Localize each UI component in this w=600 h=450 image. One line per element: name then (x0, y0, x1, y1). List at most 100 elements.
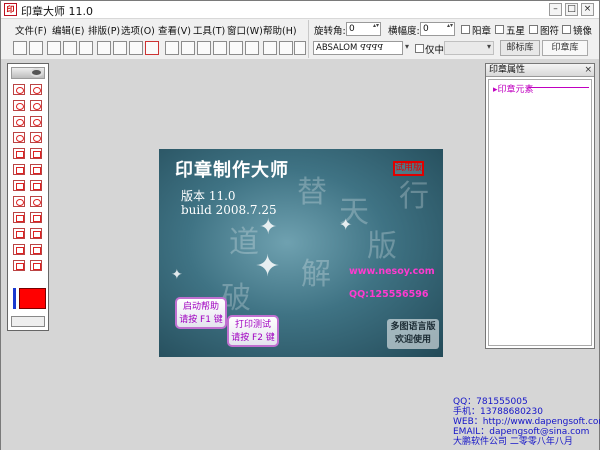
stamp-elements-group[interactable]: ▸印章元素 (493, 82, 534, 95)
yang-stamp-label: 阳章 (472, 26, 492, 37)
help-icon[interactable] (294, 41, 306, 55)
slogan-line: 欢迎使用 (394, 335, 431, 345)
tab-postmark-library[interactable]: 邮标库 (500, 40, 540, 56)
rect-cross-icon[interactable] (30, 180, 42, 191)
circle-stamp-bold-icon[interactable] (30, 84, 42, 95)
menu-file[interactable]: 文件(F) (15, 23, 47, 37)
rect-stamp-icon[interactable] (13, 164, 25, 175)
star-decoration: ✦ (171, 267, 183, 283)
stamp-props-bar: 旋转角: 0 横幅度: 0 阳章 五星 图符 镜像 ABSALOM ꟼꟼꟼꟼ ▾… (308, 20, 600, 58)
font-name: ABSALOM (316, 43, 358, 53)
align-middle-icon[interactable] (229, 41, 243, 55)
open-folder-icon[interactable] (29, 41, 43, 55)
splash-slogan: 多图语言版 欢迎使用 (387, 319, 439, 349)
grid-3x3-icon[interactable] (30, 228, 42, 239)
minimize-button[interactable]: – (549, 3, 562, 16)
splash-qq: QQ:125556596 (349, 289, 429, 300)
export-icon[interactable] (263, 41, 277, 55)
menu-edit[interactable]: 编辑(E) (52, 23, 84, 37)
double-circle-icon[interactable] (13, 100, 25, 111)
delete-icon[interactable] (145, 41, 159, 55)
eye-icon[interactable] (30, 68, 43, 77)
circle-stamp-icon[interactable] (13, 84, 25, 95)
print-icon[interactable] (79, 41, 93, 55)
star-decoration: ✦ (339, 215, 353, 234)
close-button[interactable]: × (581, 3, 594, 16)
menu-bar: 文件(F) 编辑(E) 排版(P) 选项(O) 查看(V) 工具(T) 窗口(W… (1, 20, 307, 38)
print-test-button[interactable]: 打印测试 请按 F2 键 (227, 315, 279, 347)
picture-icon[interactable] (279, 41, 293, 55)
start-help-label: 启动帮助 (182, 302, 219, 312)
mirror-label: 镜像 (573, 26, 593, 37)
triangle-icon[interactable] (30, 196, 42, 207)
diamond-icon[interactable] (13, 196, 25, 207)
star-decoration: ✦ (255, 249, 281, 284)
cut-icon[interactable] (97, 41, 111, 55)
window-title: 印章大师 11.0 (21, 5, 93, 18)
palette-footer-tools[interactable] (11, 316, 45, 327)
columns-tool-icon[interactable] (30, 260, 42, 271)
print-preview-icon[interactable] (63, 41, 77, 55)
align-right-icon[interactable] (197, 41, 211, 55)
mirror-checkbox[interactable] (562, 25, 571, 34)
oval-bold-icon[interactable] (30, 132, 42, 143)
contact-qq: QQ：781555005 (453, 397, 528, 407)
tab-stamp-library[interactable]: 印章库 (542, 40, 588, 56)
symbol-label: 图符 (540, 26, 560, 37)
menu-view[interactable]: 查看(V) (158, 23, 191, 37)
square-double-icon[interactable] (30, 148, 42, 159)
maximize-button[interactable]: □ (565, 3, 578, 16)
menu-options[interactable]: 选项(O) (121, 23, 155, 37)
save-icon[interactable] (47, 41, 61, 55)
contact-phone: 手机：13788680230 (453, 407, 543, 417)
align-top-icon[interactable] (213, 41, 227, 55)
menu-layout[interactable]: 排版(P) (88, 23, 120, 37)
paste-icon[interactable] (129, 41, 143, 55)
oval-stamp-icon[interactable] (13, 116, 25, 127)
grid-2x2-icon[interactable] (13, 228, 25, 239)
menu-window[interactable]: 窗口(W) (227, 23, 263, 37)
symbol-checkbox[interactable] (529, 25, 538, 34)
text-vertical-icon[interactable] (13, 212, 25, 223)
font-select[interactable]: ABSALOM ꟼꟼꟼꟼ (313, 41, 403, 55)
width-input[interactable]: 0 (420, 22, 455, 36)
oval-text-icon[interactable] (13, 132, 25, 143)
menu-tools[interactable]: 工具(T) (193, 23, 225, 37)
app-window: 印 印章大师 11.0 – □ × 文件(F) 编辑(E) 排版(P) 选项(O… (0, 0, 600, 450)
new-file-icon[interactable] (13, 41, 27, 55)
palette-header (11, 67, 45, 79)
rect-grid-icon[interactable] (30, 164, 42, 175)
copy-icon[interactable] (113, 41, 127, 55)
properties-title-bar: 印章属性 × (486, 64, 594, 77)
chinese-only-checkbox[interactable] (415, 44, 424, 53)
size-dropdown-icon[interactable]: ▾ (487, 42, 491, 51)
current-color-swatch[interactable] (19, 288, 46, 309)
rect-lines-icon[interactable] (13, 180, 25, 191)
star-label: 五星 (506, 26, 526, 37)
splash-title: 印章制作大师 (175, 160, 289, 181)
align-center-icon[interactable] (181, 41, 195, 55)
star-circle-icon[interactable] (30, 100, 42, 111)
rotate-input[interactable]: 0 (346, 22, 381, 36)
width-label: 横幅度: (388, 26, 420, 37)
frame-thin-icon[interactable] (13, 244, 25, 255)
splash-screen: 替 天 行 道 破 解 版 ✦ ✦ ✦ ✦ 印章制作大师 试用版 版本 11.0… (159, 149, 443, 357)
yang-stamp-checkbox[interactable] (461, 25, 470, 34)
slogan-line: 多图语言版 (390, 322, 436, 332)
oval-double-icon[interactable] (30, 116, 42, 127)
align-left-icon[interactable] (165, 41, 179, 55)
frame-thick-icon[interactable] (30, 244, 42, 255)
align-bottom-icon[interactable] (245, 41, 259, 55)
splash-build: build 2008.7.25 (181, 203, 277, 217)
star-checkbox[interactable] (495, 25, 504, 34)
menu-help[interactable]: 帮助(H) (263, 23, 297, 37)
secondary-color-swatch[interactable] (13, 288, 16, 309)
properties-body: ▸印章元素 (488, 79, 592, 346)
font-dropdown-icon[interactable]: ▾ (405, 42, 409, 51)
line-tool-icon[interactable] (13, 260, 25, 271)
text-horizontal-icon[interactable] (30, 212, 42, 223)
calligraphy-char: 版 (367, 229, 397, 264)
start-help-button[interactable]: 启动帮助 请按 F1 键 (175, 297, 227, 329)
close-icon[interactable]: × (584, 65, 592, 75)
square-stamp-icon[interactable] (13, 148, 25, 159)
